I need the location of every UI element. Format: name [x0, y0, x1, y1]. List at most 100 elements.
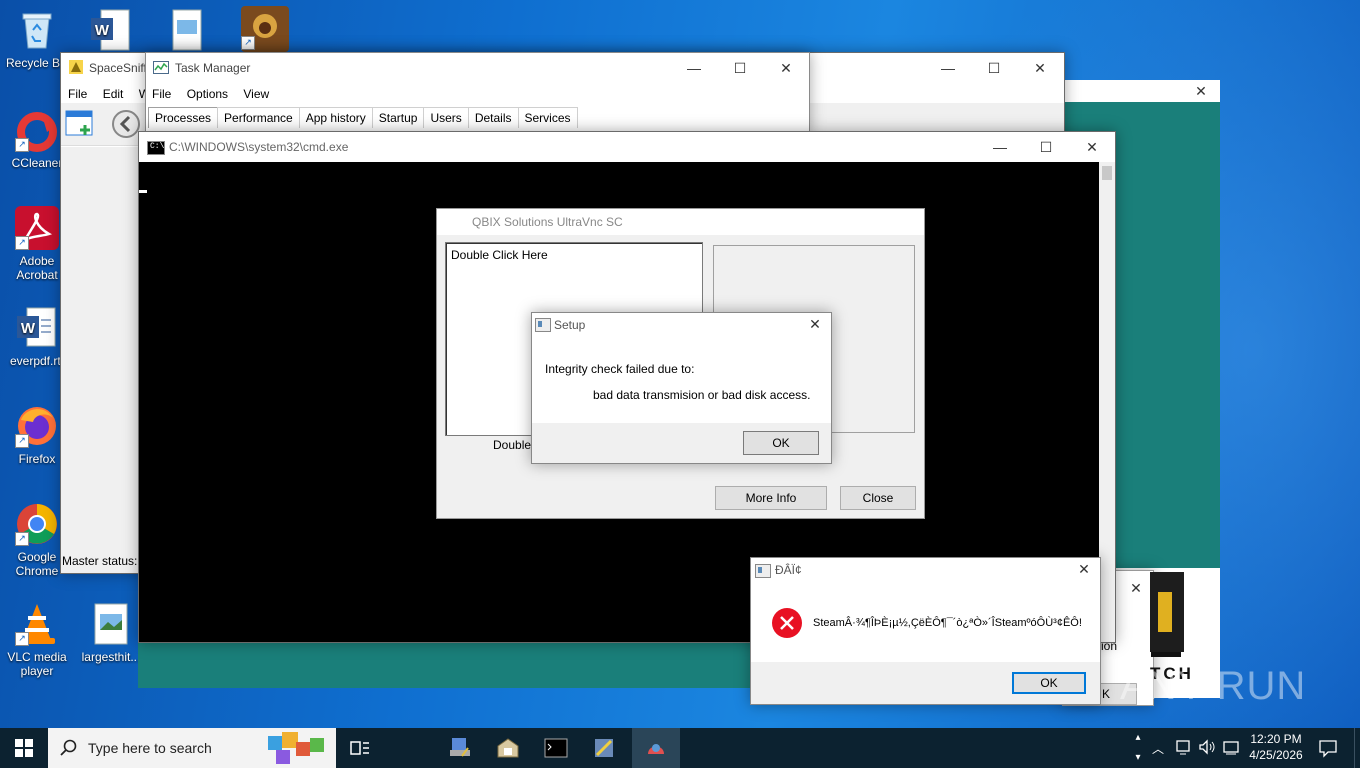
clock[interactable]: 12:20 PM 4/25/2026 — [1242, 731, 1310, 767]
taskbar-app-installer[interactable] — [484, 728, 532, 768]
error-message: Integrity check failed due to: — [545, 362, 695, 376]
word-document-icon: W — [15, 306, 59, 350]
image-file-icon — [165, 8, 209, 52]
chrome-icon: ↗ — [15, 502, 59, 546]
shortcut-arrow-icon: ↗ — [241, 36, 255, 50]
close-button[interactable]: ✕ — [1017, 53, 1063, 83]
titlebar: Setup ✕ — [532, 313, 831, 339]
desktop-icon-image-top[interactable] — [150, 8, 224, 56]
search-highlight-icon — [266, 730, 328, 766]
image-file-icon — [89, 602, 133, 646]
tray-network-icon[interactable] — [1174, 738, 1192, 758]
taskbar-app-active[interactable] — [632, 728, 680, 768]
game-icon: ↗ — [241, 6, 289, 52]
tab-performance[interactable]: Performance — [217, 107, 300, 128]
tray-chevron-icon[interactable]: ︿ — [1150, 740, 1166, 756]
taskbar-app-tool[interactable] — [580, 728, 628, 768]
clock-time: 12:20 PM — [1250, 732, 1302, 746]
list-item[interactable]: Double Click Here — [451, 248, 548, 262]
close-button[interactable]: Close — [840, 486, 916, 510]
setup-dialog: Setup ✕ Integrity check failed due to: b… — [531, 312, 832, 464]
error-detail: bad data transmision or bad disk access. — [593, 388, 811, 402]
error-icon — [771, 607, 803, 639]
search-box[interactable]: Type here to search — [48, 728, 336, 768]
menu-edit[interactable]: Edit — [103, 87, 124, 101]
tab-strip: Processes Performance App history Startup Us… — [148, 107, 578, 128]
sidebar-panel — [61, 147, 147, 573]
maximize-button[interactable]: ☐ — [971, 53, 1017, 83]
search-placeholder: Type here to search — [88, 740, 212, 756]
error-dialog: ĐÂÏ¢ ✕ SteamÂ·¾¶ÎÞÈ¡µ½,ÇëÈÔ¶¯´ò¿ªÒ»´ÎSte… — [750, 557, 1101, 705]
close-button[interactable]: ✕ — [1069, 132, 1115, 162]
ok-button[interactable]: OK — [1012, 672, 1086, 694]
titlebar: ĐÂÏ¢ ✕ — [751, 558, 1100, 584]
taskbar-scroll[interactable]: ▴ ▾ — [1130, 728, 1146, 768]
shortcut-arrow-icon: ↗ — [15, 236, 29, 250]
scrollbar-thumb[interactable] — [1102, 166, 1112, 180]
menu-file[interactable]: File — [152, 87, 171, 101]
close-button[interactable]: ✕ — [800, 311, 830, 337]
word-document-icon: W — [89, 8, 133, 52]
tab-services[interactable]: Services — [517, 107, 578, 128]
menu-view[interactable]: View — [243, 87, 269, 101]
tab-startup[interactable]: Startup — [371, 107, 425, 128]
ccleaner-icon: ↗ — [15, 108, 59, 152]
desktop-icon-largesthit[interactable]: largesthit... — [74, 602, 148, 664]
tab-processes[interactable]: Processes — [148, 107, 219, 128]
menu-file[interactable]: File — [68, 87, 87, 101]
titlebar: C:\ C:\WINDOWS\system32\cmd.exe — ☐ ✕ — [139, 132, 1115, 162]
recycle-bin-icon — [15, 8, 59, 52]
task-view-button[interactable] — [336, 728, 384, 768]
minimize-button[interactable]: — — [671, 53, 717, 83]
menu-bar: File Options View — [152, 87, 281, 101]
desktop-icon-game[interactable]: ↗ — [226, 6, 300, 54]
vertical-scrollbar[interactable] — [1099, 162, 1115, 642]
tray-ime-icon[interactable] — [1222, 738, 1240, 758]
vlc-icon: ↗ — [15, 602, 59, 646]
desktop-icon-word-top[interactable]: W — [74, 8, 148, 56]
back-icon[interactable] — [111, 109, 141, 139]
taskbar-app-network[interactable] — [436, 728, 484, 768]
close-button[interactable]: ✕ — [1121, 573, 1151, 603]
adobe-acrobat-icon: ↗ — [15, 206, 59, 250]
minimize-button[interactable]: — — [977, 132, 1023, 162]
tab-details[interactable]: Details — [467, 107, 519, 128]
shortcut-arrow-icon: ↗ — [15, 434, 29, 448]
svg-text:W: W — [95, 22, 110, 39]
task-manager-window: Task Manager — ☐ ✕ File Options View Pro… — [145, 52, 810, 134]
taskbar: Type here to search ▴ ▾ ︿ 12:20 PM 4/25/2… — [0, 728, 1360, 768]
tray-volume-icon[interactable] — [1198, 738, 1216, 758]
firefox-icon: ↗ — [15, 404, 59, 448]
cmd-icon: C:\ — [147, 141, 165, 155]
maximize-button[interactable]: ☐ — [717, 53, 763, 83]
tab-users[interactable]: Users — [423, 107, 469, 128]
taskbar-app-cmd[interactable] — [532, 728, 580, 768]
show-desktop-button[interactable] — [1354, 728, 1360, 768]
task-manager-icon — [153, 60, 169, 76]
menu-options[interactable]: Options — [187, 87, 228, 101]
window-title: QBIX Solutions UltraVnc SC — [472, 215, 623, 229]
tab-app-history[interactable]: App history — [298, 107, 373, 128]
maximize-button[interactable]: ☐ — [1023, 132, 1069, 162]
titlebar: QBIX Solutions UltraVnc SC — [437, 209, 924, 235]
notifications-icon[interactable] — [1318, 738, 1338, 758]
dialog-title: ĐÂÏ¢ — [775, 563, 802, 577]
ok-button[interactable]: OK — [743, 431, 819, 455]
setup-app-icon — [535, 318, 551, 332]
brand-logo-icon — [1150, 572, 1184, 652]
clock-date: 4/25/2026 — [1249, 748, 1303, 762]
close-button[interactable]: ✕ — [1184, 76, 1218, 106]
shortcut-arrow-icon: ↗ — [15, 532, 29, 546]
cmd-icon — [544, 738, 568, 758]
close-button[interactable]: ✕ — [763, 53, 809, 83]
start-button[interactable] — [0, 728, 48, 768]
close-button[interactable]: ✕ — [1069, 556, 1099, 582]
desktop-icon-vlc[interactable]: ↗ VLC media player — [0, 602, 74, 678]
new-scan-icon[interactable] — [65, 109, 95, 139]
search-icon — [60, 739, 78, 757]
tool-app-icon — [595, 739, 613, 757]
minimize-button[interactable]: — — [925, 53, 971, 83]
task-view-icon — [350, 741, 369, 755]
dialog-title: Setup — [554, 318, 586, 332]
more-info-button[interactable]: More Info — [715, 486, 827, 510]
